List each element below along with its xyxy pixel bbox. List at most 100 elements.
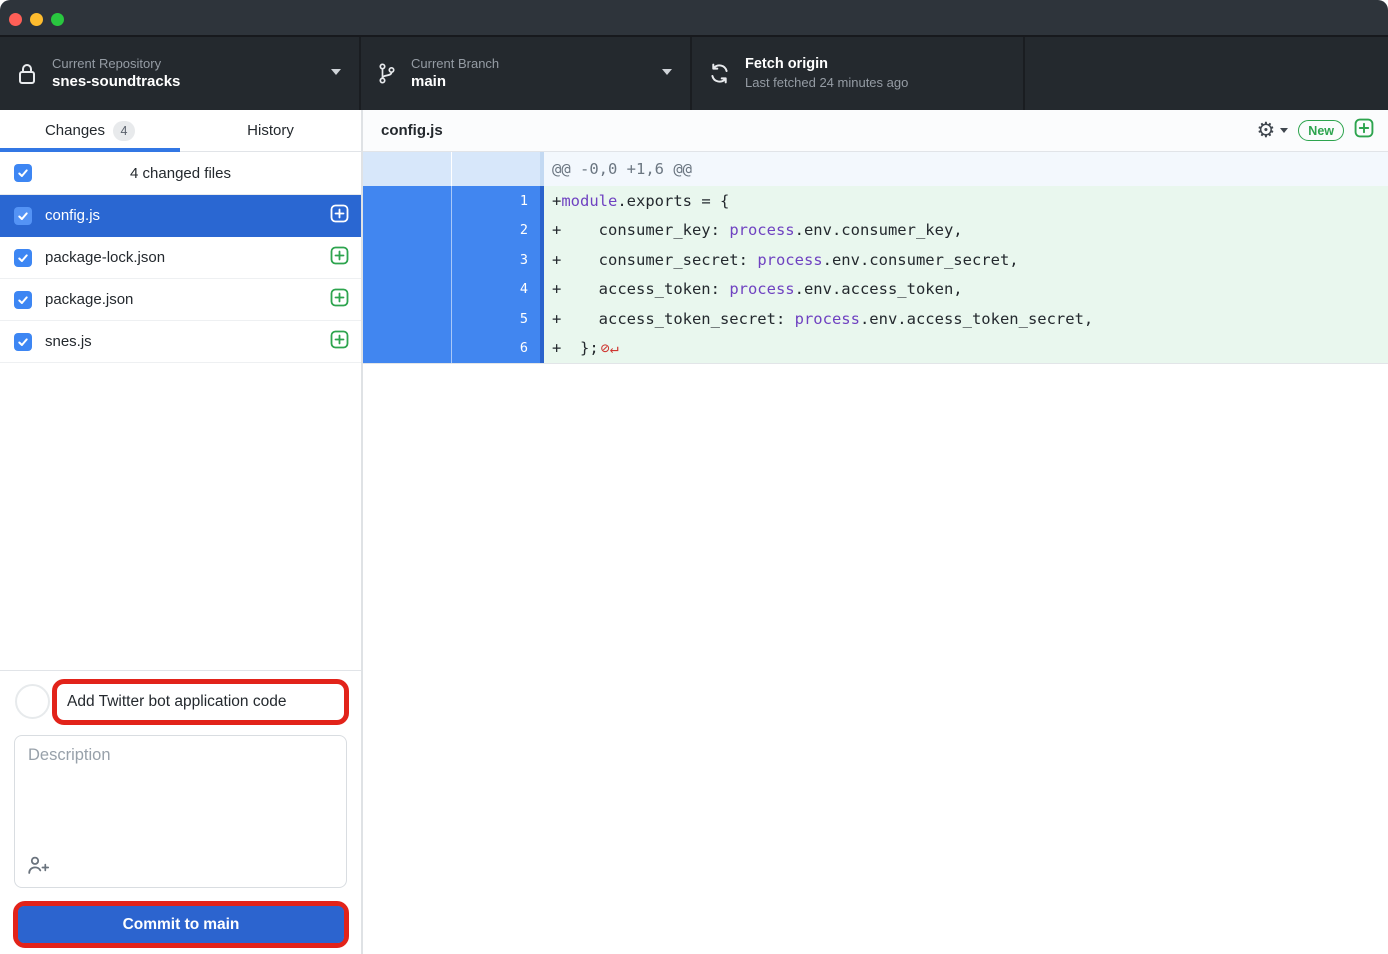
chevron-down-icon [1280, 128, 1288, 133]
current-branch-name: main [411, 73, 499, 92]
new-line-gutter[interactable]: 2 [451, 216, 540, 246]
current-branch-dropdown[interactable]: Current Branch main [361, 37, 692, 110]
add-coauthor-button[interactable] [26, 853, 52, 877]
line-number: 6 [520, 340, 528, 356]
current-branch-label: Current Branch [411, 56, 499, 72]
added-plus-icon [330, 246, 349, 270]
commit-button[interactable]: Commit to main [18, 906, 344, 943]
hunk-gutter [451, 152, 540, 186]
added-plus-icon [1354, 118, 1374, 143]
toolbar: Current Repository snes-soundtracks Curr… [0, 37, 1388, 110]
added-line-content: + access_token: process.env.access_token… [544, 275, 1388, 305]
tab-history-label: History [247, 122, 294, 139]
line-number: 1 [520, 193, 528, 209]
file-row-config-js[interactable]: config.js [0, 195, 361, 237]
diff-line: 6 + };⊘↵ [363, 334, 1388, 364]
minimize-window-button[interactable] [30, 13, 43, 26]
added-line-content: + consumer_secret: process.env.consumer_… [544, 245, 1388, 275]
new-line-gutter[interactable]: 3 [451, 245, 540, 275]
changes-count-badge: 4 [113, 121, 135, 141]
line-number: 2 [520, 222, 528, 238]
tab-changes[interactable]: Changes 4 [0, 110, 180, 151]
current-repository-label: Current Repository [52, 56, 180, 72]
fetch-origin-subtitle: Last fetched 24 minutes ago [745, 75, 908, 91]
chevron-down-icon [331, 69, 341, 75]
file-name: package.json [45, 291, 330, 308]
close-window-button[interactable] [9, 13, 22, 26]
commit-button-branch: main [203, 916, 239, 934]
new-line-gutter[interactable]: 6 [451, 334, 540, 364]
github-desktop-window: Current Repository snes-soundtracks Curr… [0, 0, 1388, 954]
new-file-badge: New [1298, 120, 1344, 141]
zoom-window-button[interactable] [51, 13, 64, 26]
hunk-header-row: @@ -0,0 +1,6 @@ [363, 152, 1388, 186]
added-line-content: + access_token_secret: process.env.acces… [544, 304, 1388, 334]
added-plus-icon [330, 288, 349, 312]
commit-button-label: Commit to [123, 916, 200, 934]
no-newline-icon: ⊘↵ [601, 339, 619, 357]
added-plus-icon [330, 330, 349, 354]
file-checkbox[interactable] [14, 207, 32, 225]
tab-changes-label: Changes [45, 122, 105, 139]
diff-filename: config.js [381, 122, 1256, 139]
line-number: 4 [520, 281, 528, 297]
old-line-gutter[interactable] [363, 216, 451, 246]
tab-history[interactable]: History [180, 110, 361, 151]
titlebar [0, 0, 1388, 37]
avatar [15, 684, 50, 719]
sidebar: Changes 4 History 4 changed files config… [0, 110, 363, 954]
current-repository-dropdown[interactable]: Current Repository snes-soundtracks [0, 37, 361, 110]
diff-line: 2 + consumer_key: process.env.consumer_k… [363, 216, 1388, 246]
new-line-gutter[interactable]: 4 [451, 275, 540, 305]
file-checkbox[interactable] [14, 291, 32, 309]
file-row-package-lock-json[interactable]: package-lock.json [0, 237, 361, 279]
commit-description-field[interactable]: Description [14, 735, 347, 888]
added-line-content: +module.exports = { [544, 186, 1388, 216]
fetch-origin-button[interactable]: Fetch origin Last fetched 24 minutes ago [692, 37, 1025, 110]
added-line-content: + };⊘↵ [544, 334, 1388, 364]
commit-summary-input[interactable]: Add Twitter bot application code [57, 693, 344, 711]
diff-view: @@ -0,0 +1,6 @@ 1 +module.exports = { 2 … [363, 152, 1388, 364]
description-placeholder: Description [28, 746, 111, 765]
line-number: 3 [520, 252, 528, 268]
changed-files-count: 4 changed files [0, 165, 361, 182]
current-repository-name: snes-soundtracks [52, 73, 180, 92]
file-checkbox[interactable] [14, 249, 32, 267]
sidebar-tabbar: Changes 4 History [0, 110, 361, 152]
summary-annotation-highlight: Add Twitter bot application code [52, 679, 349, 725]
person-plus-icon [26, 854, 50, 876]
commit-annotation-highlight: Commit to main [13, 901, 349, 948]
old-line-gutter[interactable] [363, 334, 451, 364]
diff-line: 5 + access_token_secret: process.env.acc… [363, 304, 1388, 334]
file-name: config.js [45, 207, 330, 224]
line-number: 5 [520, 311, 528, 327]
git-branch-icon [377, 62, 397, 85]
old-line-gutter[interactable] [363, 186, 451, 216]
new-line-gutter[interactable]: 5 [451, 304, 540, 334]
hunk-gutter [363, 152, 451, 186]
fetch-origin-title: Fetch origin [745, 55, 908, 73]
diff-pane: config.js ⚙ New @@ - [363, 110, 1388, 954]
diff-line: 4 + access_token: process.env.access_tok… [363, 275, 1388, 305]
new-line-gutter[interactable]: 1 [451, 186, 540, 216]
file-row-snes-js[interactable]: snes.js [0, 321, 361, 363]
changed-files-header: 4 changed files [0, 152, 361, 195]
file-row-package-json[interactable]: package.json [0, 279, 361, 321]
select-all-checkbox[interactable] [14, 164, 32, 182]
lock-icon [16, 62, 38, 86]
chevron-down-icon [662, 69, 672, 75]
file-checkbox[interactable] [14, 333, 32, 351]
diff-file-header: config.js ⚙ New [363, 110, 1388, 152]
diff-line: 1 +module.exports = { [363, 186, 1388, 216]
old-line-gutter[interactable] [363, 275, 451, 305]
diff-options-button[interactable]: ⚙ [1256, 120, 1288, 141]
diff-line: 3 + consumer_secret: process.env.consume… [363, 245, 1388, 275]
old-line-gutter[interactable] [363, 245, 451, 275]
sync-icon [708, 62, 731, 85]
commit-form: Add Twitter bot application code Descrip… [0, 670, 361, 954]
gear-icon: ⚙ [1256, 120, 1275, 141]
file-name: package-lock.json [45, 249, 330, 266]
old-line-gutter[interactable] [363, 304, 451, 334]
added-plus-icon [330, 204, 349, 228]
file-name: snes.js [45, 333, 330, 350]
